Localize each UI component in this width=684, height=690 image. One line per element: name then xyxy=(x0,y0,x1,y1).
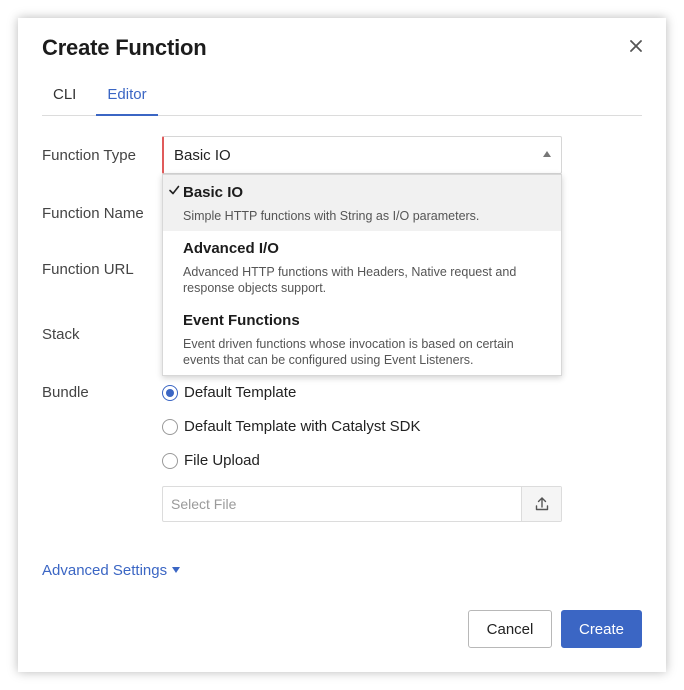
option-description: Simple HTTP functions with String as I/O… xyxy=(183,209,480,223)
dialog-title: Create Function xyxy=(42,35,207,60)
function-type-dropdown: Basic IO Simple HTTP functions with Stri… xyxy=(162,174,562,376)
option-advanced-io[interactable]: Advanced I/O Advanced HTTP functions wit… xyxy=(163,231,561,303)
option-event-functions[interactable]: Event Functions Event driven functions w… xyxy=(163,303,561,375)
option-basic-io[interactable]: Basic IO Simple HTTP functions with Stri… xyxy=(163,175,561,231)
file-select-field xyxy=(162,486,562,522)
function-url-label: Function URL xyxy=(42,261,134,278)
upload-icon xyxy=(535,497,548,511)
close-icon xyxy=(630,40,642,52)
caret-up-icon xyxy=(543,151,551,157)
radio-label: Default Template xyxy=(184,384,297,401)
radio-button[interactable] xyxy=(162,419,178,435)
check-icon xyxy=(169,185,180,195)
option-description: Event driven functions whose invocation … xyxy=(183,337,514,367)
advanced-settings-link[interactable]: Advanced Settings xyxy=(42,562,181,579)
radio-button-checked[interactable] xyxy=(162,385,178,401)
radio-label: Default Template with Catalyst SDK xyxy=(184,418,421,435)
option-title: Advanced I/O xyxy=(183,240,279,257)
file-input[interactable] xyxy=(163,487,521,521)
tab-cli[interactable]: CLI xyxy=(53,82,76,116)
cancel-button[interactable]: Cancel xyxy=(468,610,552,648)
create-button[interactable]: Create xyxy=(561,610,642,648)
caret-down-icon xyxy=(172,567,181,573)
function-name-label: Function Name xyxy=(42,205,144,222)
tab-bar: CLI Editor xyxy=(42,82,642,116)
option-description: Advanced HTTP functions with Headers, Na… xyxy=(183,265,517,295)
close-button[interactable] xyxy=(624,34,648,58)
tab-editor[interactable]: Editor xyxy=(96,82,158,116)
bundle-label: Bundle xyxy=(42,384,89,401)
radio-label: File Upload xyxy=(184,452,260,469)
radio-button[interactable] xyxy=(162,453,178,469)
create-function-dialog: Create Function CLI Editor Function Type… xyxy=(18,18,666,672)
function-type-select[interactable]: Basic IO xyxy=(162,136,562,174)
upload-button[interactable] xyxy=(521,487,561,521)
advanced-settings-label: Advanced Settings xyxy=(42,562,168,579)
option-title: Basic IO xyxy=(183,184,244,201)
option-title: Event Functions xyxy=(183,312,300,329)
stack-label: Stack xyxy=(42,326,80,343)
function-type-value: Basic IO xyxy=(174,147,231,164)
function-type-label: Function Type xyxy=(42,147,136,164)
